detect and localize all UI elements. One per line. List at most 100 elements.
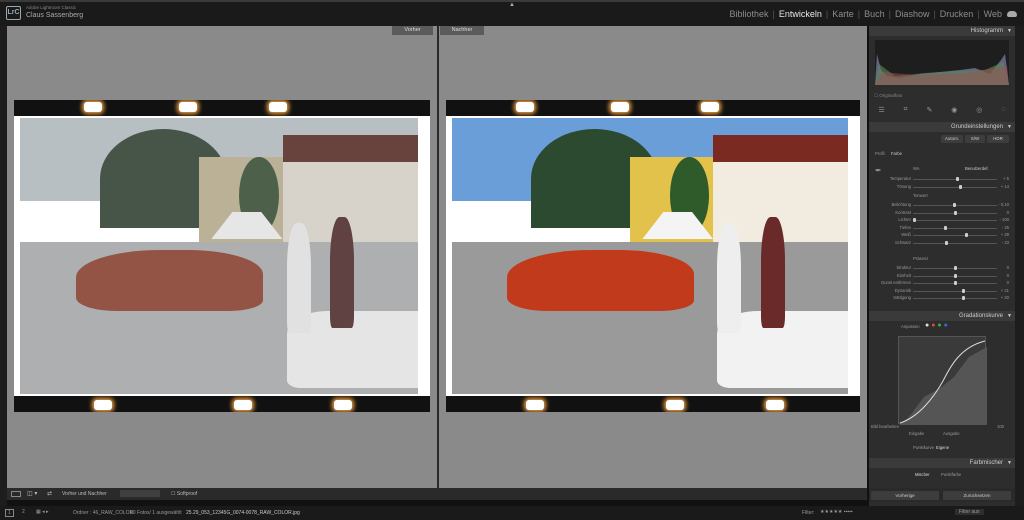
histogram[interactable] (875, 40, 1009, 85)
curve-header[interactable]: Gradationskurve ▼ (869, 311, 1015, 321)
slider-knob[interactable] (953, 203, 957, 207)
mixer-header[interactable]: Farbmischer ▼ (869, 458, 1015, 468)
slider-value[interactable]: - 100 (999, 217, 1009, 222)
left-panel-edge[interactable] (0, 26, 7, 506)
presets-icon[interactable]: ◌ (1001, 106, 1005, 118)
right-panel-edge[interactable] (1015, 26, 1024, 506)
slider-knob[interactable] (954, 281, 957, 285)
slider-value[interactable]: 0 (1007, 280, 1009, 285)
edit-icon[interactable]: ☰ (878, 106, 884, 118)
slider-track[interactable] (913, 220, 997, 221)
slider-knob[interactable] (958, 184, 962, 189)
basic-header[interactable]: Grundeinstellungen ▼ (869, 122, 1015, 132)
swap-icon[interactable]: ⇄ (47, 490, 52, 497)
original-photo-toggle[interactable]: ☐ Originalfoto (874, 93, 902, 99)
module-web[interactable]: Web (984, 9, 1002, 19)
profile-value[interactable]: Farbe (891, 151, 902, 156)
module-karte[interactable]: Karte (832, 9, 854, 19)
compare-mode-icon[interactable]: ◫ ▾ (27, 490, 37, 497)
slider-value[interactable]: 0 (1007, 210, 1009, 215)
slider-temperatur[interactable]: Temperatur + 5 (869, 176, 1015, 183)
previous-button[interactable]: Vorherige (871, 491, 939, 500)
auto-button[interactable]: Autom. (941, 135, 963, 143)
before-image[interactable] (14, 100, 430, 412)
slider-value[interactable]: + 29 (1001, 232, 1009, 237)
reset-button[interactable]: Zurücksetzen (943, 491, 1011, 500)
slider-schwarz[interactable]: Schwarz - 23 (869, 240, 1015, 247)
after-image[interactable] (446, 100, 860, 412)
slider-value[interactable]: 0 (1007, 265, 1009, 270)
module-bibliothek[interactable]: Bibliothek (729, 9, 768, 19)
wb-value[interactable]: Benutzerdef. (965, 166, 989, 171)
loupe-view-icon[interactable] (11, 491, 21, 497)
slider-knob[interactable] (913, 218, 916, 222)
softproof-toggle[interactable]: ☐ Softproof (171, 491, 197, 497)
slider-tiefen[interactable]: Tiefen - 25 (869, 225, 1015, 232)
heal-icon[interactable]: ✎ (927, 106, 933, 118)
slider-track[interactable] (913, 227, 997, 229)
slider-belichtung[interactable]: Belichtung - 0,10 (869, 202, 1015, 209)
bw-button[interactable]: S/W (965, 135, 985, 143)
slider-sättigung[interactable]: Sättigung + 20 (869, 295, 1015, 302)
slider-track[interactable] (913, 186, 997, 188)
module-drucken[interactable]: Drucken (940, 9, 974, 19)
film-sprocket (701, 102, 719, 112)
slider-lichter[interactable]: Lichter - 100 (869, 217, 1015, 224)
slider-kontrast[interactable]: Kontrast 0 (869, 210, 1015, 217)
slider-knob[interactable] (962, 296, 966, 300)
slider-struktur[interactable]: Struktur 0 (869, 265, 1015, 272)
panel-toggle-icon[interactable]: ▼ (1007, 26, 1012, 36)
curve-channel-icons[interactable]: ● ● ● ● (925, 322, 948, 329)
file-name[interactable]: 25.29_053_12345G_0074-0078_RAW_COLOR.jpg (186, 510, 300, 516)
crop-icon[interactable]: ⌗ (904, 106, 908, 118)
slider-track[interactable] (913, 242, 997, 244)
slider-knob[interactable] (962, 288, 966, 293)
filter-select[interactable]: Filter aus (955, 509, 984, 515)
mixer-tab-mixer[interactable]: Mischer (915, 472, 930, 477)
slider-value[interactable]: + 21 (1001, 288, 1009, 293)
point-curve-value[interactable]: Eigene (936, 445, 949, 450)
slider-knob[interactable] (954, 273, 957, 278)
mixer-tab-point[interactable]: Punktfarbe (941, 472, 961, 477)
slider-value[interactable]: - 0,10 (998, 202, 1009, 207)
slider-knob[interactable] (954, 210, 957, 215)
filter-stars-icon[interactable]: ★★★★★ ▪▪▪▪▪ (820, 509, 853, 515)
tone-curve[interactable] (898, 336, 987, 425)
eyedropper-icon[interactable]: ✒ (875, 166, 882, 175)
slider-value[interactable]: - 23 (1002, 240, 1009, 245)
hdr-button[interactable]: HDR (987, 135, 1009, 143)
slider-knob[interactable] (954, 266, 957, 270)
histogram-header[interactable]: Histogramm ▼ (869, 26, 1015, 36)
collapse-top-icon[interactable]: ▲ (509, 2, 515, 8)
panel-toggle-icon[interactable]: ▼ (1007, 458, 1012, 468)
slider-value[interactable]: 0 (1007, 273, 1009, 278)
slider-track[interactable] (913, 235, 997, 236)
slider-value[interactable]: + 20 (1001, 295, 1009, 300)
slider-knob[interactable] (955, 177, 959, 181)
panel-toggle-icon[interactable]: ▼ (1007, 311, 1012, 321)
slider-klarheit[interactable]: Klarheit 0 (869, 273, 1015, 280)
module-entwickeln[interactable]: Entwickeln (779, 9, 822, 19)
cloud-icon[interactable] (1007, 11, 1017, 17)
mask-icon[interactable]: ◎ (976, 106, 982, 118)
copy-settings-buttons[interactable] (120, 490, 160, 497)
panel-toggle-icon[interactable]: ▼ (1007, 122, 1012, 132)
page-1-button[interactable]: 1 (5, 509, 14, 517)
slider-dunst-entfernen[interactable]: Dunst entfernen 0 (869, 280, 1015, 287)
slider-track[interactable] (913, 298, 997, 299)
slider-tönung[interactable]: Tönung + 14 (869, 184, 1015, 191)
redeye-icon[interactable]: ◉ (951, 106, 957, 118)
slider-knob[interactable] (944, 240, 948, 245)
slider-dynamik[interactable]: Dynamik + 21 (869, 288, 1015, 295)
module-buch[interactable]: Buch (864, 9, 885, 19)
slider-weiß[interactable]: Weiß + 29 (869, 232, 1015, 239)
slider-knob[interactable] (944, 225, 948, 230)
presence-label: Präsenz (913, 256, 929, 261)
slider-value[interactable]: - 25 (1002, 225, 1009, 230)
grid-icon[interactable]: ▦ ◂ ▸ (36, 509, 49, 515)
page-2-button[interactable]: 2 (22, 509, 25, 515)
module-diashow[interactable]: Diashow (895, 9, 930, 19)
slider-value[interactable]: + 14 (1001, 184, 1009, 189)
slider-track[interactable] (913, 290, 997, 292)
slider-value[interactable]: + 5 (1003, 176, 1009, 181)
